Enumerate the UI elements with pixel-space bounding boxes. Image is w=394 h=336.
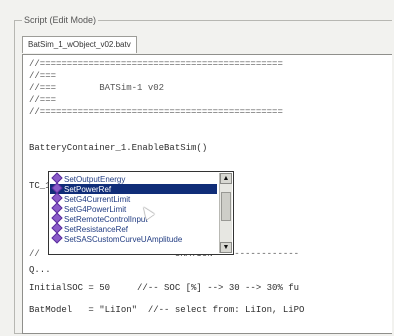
scroll-thumb[interactable] — [221, 192, 231, 221]
code-line-17: BatModel = "LiIon" //-- select from: LiI… — [29, 305, 305, 315]
autocomplete-item[interactable]: SetOutputEnergy — [50, 172, 217, 184]
autocomplete-item-selected[interactable]: SetPowerRef — [50, 182, 217, 194]
code-line-2: //=== — [29, 71, 57, 81]
tab-strip: BatSim_1_wObject_v02.batv — [22, 36, 390, 54]
scroll-down-button[interactable]: ▼ — [220, 242, 232, 253]
autocomplete-scrollbar[interactable]: ▲ ▼ — [219, 173, 232, 253]
tab-script-file[interactable]: BatSim_1_wObject_v02.batv — [22, 36, 137, 53]
groupbox-title: Script (Edit Mode) — [22, 14, 99, 26]
autocomplete-item[interactable]: SetG4CurrentLimit — [50, 192, 217, 204]
code-line-5: //======================================… — [29, 107, 283, 117]
script-editor-window: Script (Edit Mode) BatSim_1_wObject_v02.… — [14, 14, 392, 334]
autocomplete-item[interactable]: SetSASCustomCurveUAmplitude — [50, 232, 217, 244]
autocomplete-item[interactable]: SetResistanceRef — [50, 222, 217, 234]
autocomplete-item[interactable]: SetRemoteControlInput — [50, 212, 217, 224]
code-line-16: InitialSOC = 50 //-- SOC [%] --> 30 --> … — [29, 283, 300, 293]
code-line-3: //=== BATSim-1 v02 — [29, 83, 165, 93]
method-icon — [51, 232, 63, 244]
code-line-7: BatteryContainer_1.EnableBatSim() — [29, 143, 208, 153]
code-line-1: //======================================… — [29, 59, 283, 69]
scroll-up-button[interactable]: ▲ — [220, 173, 232, 184]
code-line-15: Q... — [29, 265, 51, 275]
autocomplete-item[interactable]: SetG4PowerLimit — [50, 202, 217, 214]
code-line-4: //=== — [29, 95, 57, 105]
